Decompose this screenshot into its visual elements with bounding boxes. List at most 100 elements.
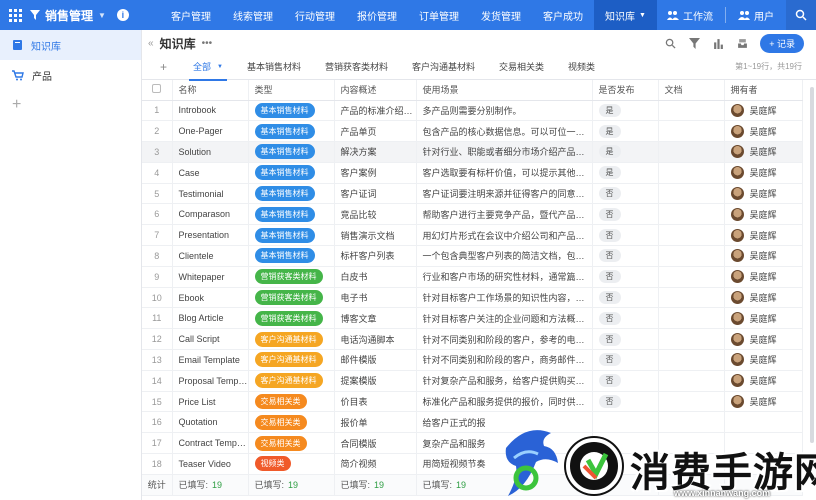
- cell-owner[interactable]: 吴庭辉: [724, 287, 803, 309]
- column-header-owner[interactable]: 拥有者: [724, 80, 803, 101]
- sidebar-item-products[interactable]: 产品: [0, 60, 141, 90]
- cell-document[interactable]: [658, 141, 725, 163]
- cell-document[interactable]: [658, 328, 725, 351]
- cell-published[interactable]: 是: [592, 162, 659, 184]
- cell-owner[interactable]: 吴庭辉: [724, 224, 803, 247]
- cell-summary[interactable]: 白皮书: [334, 266, 417, 288]
- cell-summary[interactable]: 客户案例: [334, 162, 417, 184]
- tab-communication[interactable]: 客户沟通基材料: [400, 54, 487, 80]
- search-button[interactable]: [786, 0, 816, 30]
- cell-owner[interactable]: 吴庭辉: [724, 307, 803, 330]
- cell-published[interactable]: 是: [592, 100, 659, 122]
- app-switcher[interactable]: 销售管理 ▼ i: [30, 7, 140, 24]
- cell-document[interactable]: [658, 100, 725, 122]
- cell-summary[interactable]: 电话沟通脚本: [334, 328, 417, 351]
- cell-summary[interactable]: 客户证词: [334, 183, 417, 205]
- cell-type[interactable]: 营销获客类材料: [248, 266, 335, 288]
- nav-item-leads[interactable]: 线索管理: [222, 0, 284, 30]
- column-header-name[interactable]: 名称: [172, 80, 249, 101]
- cell-type[interactable]: 交易相关类: [248, 432, 335, 455]
- cell-owner[interactable]: 吴庭辉: [724, 141, 803, 163]
- cell-scene[interactable]: 用幻灯片形式在会议中介绍公司和产品的内容...: [416, 224, 593, 247]
- row-index[interactable]: 13: [142, 349, 173, 371]
- cell-scene[interactable]: 包含产品的核心数据信息。可以可位一个在线...: [416, 120, 593, 143]
- cell-summary[interactable]: 标杆客户列表: [334, 245, 417, 267]
- row-index[interactable]: 3: [142, 141, 173, 163]
- cell-owner[interactable]: 吴庭辉: [724, 391, 803, 413]
- cell-published[interactable]: 否: [592, 328, 659, 351]
- nav-item-quotes[interactable]: 报价管理: [346, 0, 408, 30]
- table-row[interactable]: 14 Proposal Template 客户沟通基材料 提案模版 针对复杂产品和服务，…: [142, 370, 803, 392]
- cell-scene[interactable]: 针对目标客户关注的企业问题和方法概念提供...: [416, 307, 593, 330]
- row-index[interactable]: 6: [142, 203, 173, 226]
- more-icon[interactable]: •••: [202, 38, 213, 49]
- cell-scene[interactable]: 行业和客户市场的研究性材料，通常篇幅较长...: [416, 266, 593, 288]
- table-row[interactable]: 2 One-Pager 基本销售材料 产品单页 包含产品的核心数据信息。可以可位一个在线…: [142, 120, 803, 143]
- cell-scene[interactable]: 针对目标客户工作场景的知识性内容，通常是...: [416, 287, 593, 309]
- table-row[interactable]: 1 Introbook 基本销售材料 产品的标准介绍手册 多产品则需要分别制作。是 吴庭辉: [142, 100, 803, 122]
- cell-type[interactable]: 基本销售材料: [248, 183, 335, 205]
- cell-scene[interactable]: 一个包含典型客户列表的简洁文档，包括标杆...: [416, 245, 593, 267]
- nav-item-knowledge-base[interactable]: 知识库 ▼: [594, 0, 657, 30]
- cell-name[interactable]: Proposal Template: [172, 370, 249, 392]
- cell-name[interactable]: One-Pager: [172, 120, 249, 143]
- cell-name[interactable]: Teaser Video: [172, 453, 249, 475]
- cell-name[interactable]: Ebook: [172, 287, 249, 309]
- cell-document[interactable]: [658, 245, 725, 267]
- cell-name[interactable]: Comparason: [172, 203, 249, 226]
- cell-published[interactable]: 否: [592, 203, 659, 226]
- table-row[interactable]: 12 Call Script 客户沟通基材料 电话沟通脚本 针对不同类别和阶段的客户，参…: [142, 328, 803, 351]
- cell-scene[interactable]: 客户选取要有标杆价值，可以提示其他客户使...: [416, 162, 593, 184]
- cell-owner[interactable]: 吴庭辉: [724, 328, 803, 351]
- table-row[interactable]: 6 Comparason 基本销售材料 竞品比较 帮助客户进行主要竞争产品，暨代产品之间…: [142, 203, 803, 226]
- cell-summary[interactable]: 提案模版: [334, 370, 417, 392]
- row-index[interactable]: 10: [142, 287, 173, 309]
- column-header-type[interactable]: 类型: [248, 80, 335, 101]
- cell-published[interactable]: 否: [592, 224, 659, 247]
- cell-document[interactable]: [658, 307, 725, 330]
- cell-name[interactable]: Introbook: [172, 100, 249, 122]
- row-index[interactable]: 18: [142, 453, 173, 475]
- table-row[interactable]: 7 Presentation 基本销售材料 销售演示文档 用幻灯片形式在会议中介绍公司和…: [142, 224, 803, 247]
- cell-summary[interactable]: 博客文章: [334, 307, 417, 330]
- cell-owner[interactable]: 吴庭辉: [724, 100, 803, 122]
- row-index[interactable]: 8: [142, 245, 173, 267]
- cell-name[interactable]: Case: [172, 162, 249, 184]
- cell-name[interactable]: Solution: [172, 141, 249, 163]
- cell-name[interactable]: Blog Article: [172, 307, 249, 330]
- cell-published[interactable]: 是: [592, 141, 659, 163]
- cell-document[interactable]: [658, 183, 725, 205]
- cell-published[interactable]: 否: [592, 370, 659, 392]
- table-row[interactable]: 15 Price List 交易相关类 价目表 标准化产品和服务提供的报价，同时供客户选…: [142, 391, 803, 413]
- cell-type[interactable]: 营销获客类材料: [248, 307, 335, 330]
- column-header-summary[interactable]: 内容概述: [334, 80, 417, 101]
- tab-all[interactable]: 全部 ▼: [181, 54, 235, 81]
- cell-published[interactable]: 否: [592, 183, 659, 205]
- cell-summary[interactable]: 邮件模版: [334, 349, 417, 371]
- cell-scene[interactable]: 帮助客户进行主要竞争产品，暨代产品之间的...: [416, 203, 593, 226]
- app-grid-icon[interactable]: [0, 0, 30, 30]
- cell-document[interactable]: [658, 203, 725, 226]
- users-button[interactable]: 用户: [726, 0, 786, 30]
- table-row[interactable]: 11 Blog Article 营销获客类材料 博客文章 针对目标客户关注的企业问题和方…: [142, 307, 803, 330]
- cell-owner[interactable]: 吴庭辉: [724, 120, 803, 143]
- cell-summary[interactable]: 合同模版: [334, 432, 417, 455]
- add-view-icon[interactable]: +: [160, 60, 167, 74]
- cell-type[interactable]: 基本销售材料: [248, 224, 335, 247]
- row-index[interactable]: 15: [142, 391, 173, 413]
- add-record-button[interactable]: + 记录: [760, 33, 804, 53]
- cell-owner[interactable]: 吴庭辉: [724, 349, 803, 371]
- workflow-button[interactable]: 工作流: [655, 0, 725, 30]
- cell-published[interactable]: 否: [592, 391, 659, 413]
- nav-item-shipping[interactable]: 发货管理: [470, 0, 532, 30]
- table-row[interactable]: 5 Testimonial 基本销售材料 客户证词 客户证词要注明来源并征得客户的同意，…: [142, 183, 803, 205]
- cell-type[interactable]: 基本销售材料: [248, 203, 335, 226]
- row-index[interactable]: 11: [142, 307, 173, 330]
- cell-type[interactable]: 交易相关类: [248, 391, 335, 413]
- cell-summary[interactable]: 销售演示文档: [334, 224, 417, 247]
- cell-name[interactable]: Price List: [172, 391, 249, 413]
- sidebar-item-knowledge-base[interactable]: 知识库: [0, 30, 141, 60]
- tab-transaction[interactable]: 交易相关类: [487, 54, 556, 80]
- table-row[interactable]: 9 Whitepaper 营销获客类材料 白皮书 行业和客户市场的研究性材料，通常篇幅较…: [142, 266, 803, 288]
- table-row[interactable]: 10 Ebook 营销获客类材料 电子书 针对目标客户工作场景的知识性内容，通常是...…: [142, 287, 803, 309]
